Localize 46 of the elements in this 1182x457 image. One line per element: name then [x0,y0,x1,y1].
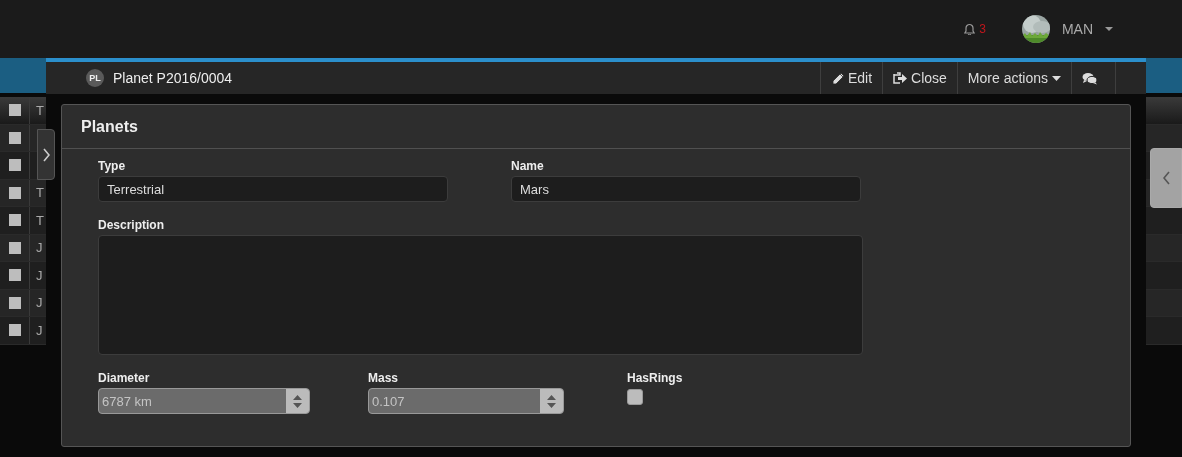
field-label: Diameter [98,371,151,385]
checkbox[interactable] [627,389,643,405]
field-label: Mass [368,371,400,385]
user-name: MAN [1061,21,1093,37]
row-text: J [36,295,43,311]
row-checkbox[interactable] [8,324,21,337]
text-field[interactable]: Mars [511,176,861,202]
close-button[interactable]: Close [882,62,957,94]
row-checkbox[interactable] [8,159,21,172]
chevron-right-icon [42,147,50,162]
notification-count: 3 [979,22,986,36]
exit-icon [893,71,908,85]
text-field[interactable]: Terrestrial [98,176,448,202]
expand-panel-button[interactable] [37,129,55,180]
edit-button[interactable]: Edit [819,62,883,94]
spinner-icon [293,394,302,408]
row-text: J [36,267,43,283]
row-checkbox[interactable] [8,186,21,199]
field-label: HasRings [627,371,683,385]
planet-badge: PL [86,69,104,87]
row-text: T [36,185,44,201]
row-checkbox[interactable] [8,131,21,144]
row-checkbox[interactable] [8,296,21,309]
caret-icon [1105,27,1113,31]
chat-button[interactable] [1071,62,1116,94]
row-text: T [36,102,44,118]
pencil-icon [830,71,844,85]
panel-title: Planets [81,117,138,136]
chevron-left-icon [1162,171,1170,185]
row-text: J [36,322,43,338]
field-label: Type [98,159,127,173]
row-checkbox[interactable] [8,241,21,254]
bell-icon [964,23,976,35]
row-text: T [36,212,44,228]
user-menu[interactable]: MAN [1021,15,1113,43]
field-label: Description [98,218,165,232]
more-actions-button[interactable]: More actions [956,62,1071,94]
row-checkbox[interactable] [8,214,21,227]
modal-title: Planet P2016/0004 [113,70,234,86]
field-label: Name [511,159,545,173]
row-checkbox[interactable] [8,104,21,117]
spinner-icon [547,394,556,408]
chat-icon [1082,71,1098,85]
row-checkbox[interactable] [8,269,21,282]
row-text: J [36,240,43,256]
caret-icon [1052,75,1061,81]
